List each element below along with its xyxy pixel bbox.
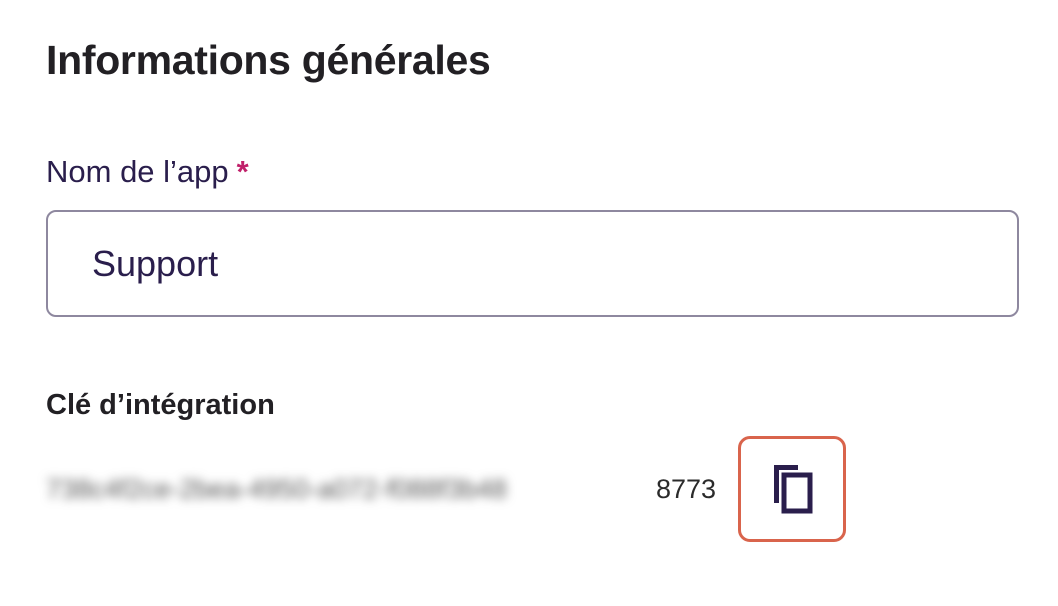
copy-key-button[interactable]: [738, 436, 847, 542]
copy-icon: [768, 461, 816, 517]
section-title: Informations générales: [46, 37, 491, 83]
app-name-label-text: Nom de l’app: [46, 154, 229, 189]
required-marker: *: [236, 154, 249, 189]
integration-key-label: Clé d’intégration: [46, 389, 275, 421]
integration-key-blurred: 738c4f2ce-2bea-4950-a072-f088f3b48: [46, 473, 507, 504]
integration-key-suffix: 8773: [656, 473, 717, 504]
integration-key-row: 738c4f2ce-2bea-4950-a072-f088f3b48 8773: [46, 436, 847, 542]
app-name-input[interactable]: [46, 210, 1019, 317]
app-name-label: Nom de l’app *: [46, 152, 249, 192]
